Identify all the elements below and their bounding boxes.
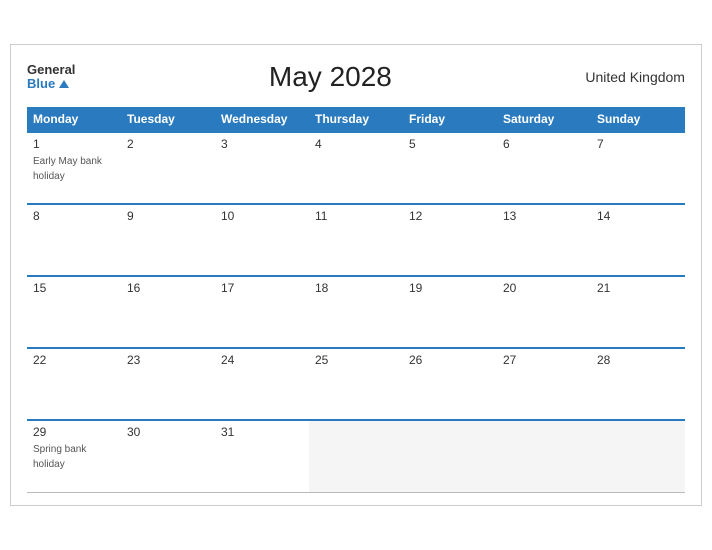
cell-w2-d6: 13 (497, 204, 591, 276)
header-monday: Monday (27, 107, 121, 132)
day-number: 9 (127, 209, 209, 223)
day-number: 4 (315, 137, 397, 151)
day-number: 27 (503, 353, 585, 367)
header-tuesday: Tuesday (121, 107, 215, 132)
day-number: 7 (597, 137, 679, 151)
cell-w5-d7 (591, 420, 685, 492)
cell-w1-d5: 5 (403, 132, 497, 204)
week-row-5: 29 Spring bank holiday 30 31 (27, 420, 685, 492)
cell-w3-d1: 15 (27, 276, 121, 348)
day-number: 5 (409, 137, 491, 151)
day-number: 26 (409, 353, 491, 367)
cell-w4-d5: 26 (403, 348, 497, 420)
calendar-table: Monday Tuesday Wednesday Thursday Friday… (27, 107, 685, 493)
logo: General Blue (27, 63, 75, 92)
day-number: 11 (315, 209, 397, 223)
cell-w1-d3: 3 (215, 132, 309, 204)
cell-w3-d2: 16 (121, 276, 215, 348)
cell-w3-d3: 17 (215, 276, 309, 348)
holiday-label: Early May bank holiday (33, 156, 102, 182)
logo-blue-text: Blue (27, 77, 75, 91)
cell-w4-d7: 28 (591, 348, 685, 420)
calendar-wrapper: General Blue May 2028 United Kingdom Mon… (10, 44, 702, 506)
cell-w1-d2: 2 (121, 132, 215, 204)
cell-w4-d4: 25 (309, 348, 403, 420)
cell-w5-d4 (309, 420, 403, 492)
day-number: 10 (221, 209, 303, 223)
day-number: 16 (127, 281, 209, 295)
day-number: 17 (221, 281, 303, 295)
day-number: 23 (127, 353, 209, 367)
calendar-country: United Kingdom (585, 69, 685, 85)
cell-w5-d3: 31 (215, 420, 309, 492)
cell-w2-d3: 10 (215, 204, 309, 276)
header-thursday: Thursday (309, 107, 403, 132)
header-sunday: Sunday (591, 107, 685, 132)
day-number: 20 (503, 281, 585, 295)
cell-w4-d3: 24 (215, 348, 309, 420)
day-number: 3 (221, 137, 303, 151)
cell-w4-d6: 27 (497, 348, 591, 420)
day-number: 15 (33, 281, 115, 295)
cell-w1-d6: 6 (497, 132, 591, 204)
day-number: 8 (33, 209, 115, 223)
week-row-4: 22 23 24 25 26 27 28 (27, 348, 685, 420)
cell-w2-d5: 12 (403, 204, 497, 276)
week-row-1: 1 Early May bank holiday 234567 (27, 132, 685, 204)
day-number: 19 (409, 281, 491, 295)
days-header-row: Monday Tuesday Wednesday Thursday Friday… (27, 107, 685, 132)
cell-w5-d1: 29 Spring bank holiday (27, 420, 121, 492)
header-saturday: Saturday (497, 107, 591, 132)
holiday-label: Spring bank holiday (33, 444, 86, 470)
day-number: 2 (127, 137, 209, 151)
cell-w1-d4: 4 (309, 132, 403, 204)
cell-w2-d4: 11 (309, 204, 403, 276)
day-number: 30 (127, 425, 209, 439)
logo-general-text: General (27, 63, 75, 77)
day-number: 1 (33, 137, 115, 151)
cell-w3-d6: 20 (497, 276, 591, 348)
day-number: 13 (503, 209, 585, 223)
day-number: 28 (597, 353, 679, 367)
day-number: 21 (597, 281, 679, 295)
cell-w5-d5 (403, 420, 497, 492)
cell-w2-d1: 8 (27, 204, 121, 276)
header-friday: Friday (403, 107, 497, 132)
cell-w3-d5: 19 (403, 276, 497, 348)
day-number: 29 (33, 425, 115, 439)
cell-w4-d2: 23 (121, 348, 215, 420)
cell-w1-d7: 7 (591, 132, 685, 204)
cell-w5-d2: 30 (121, 420, 215, 492)
day-number: 6 (503, 137, 585, 151)
cell-w2-d7: 14 (591, 204, 685, 276)
cell-w3-d7: 21 (591, 276, 685, 348)
logo-triangle-icon (59, 80, 69, 88)
week-row-3: 15 16 17 18 19 20 21 (27, 276, 685, 348)
cell-w5-d6 (497, 420, 591, 492)
calendar-header: General Blue May 2028 United Kingdom (27, 61, 685, 93)
cell-w4-d1: 22 (27, 348, 121, 420)
header-wednesday: Wednesday (215, 107, 309, 132)
day-number: 22 (33, 353, 115, 367)
day-number: 25 (315, 353, 397, 367)
cell-w1-d1: 1 Early May bank holiday (27, 132, 121, 204)
day-number: 12 (409, 209, 491, 223)
calendar-title: May 2028 (269, 61, 392, 93)
day-number: 24 (221, 353, 303, 367)
day-number: 14 (597, 209, 679, 223)
cell-w3-d4: 18 (309, 276, 403, 348)
day-number: 18 (315, 281, 397, 295)
week-row-2: 89 10 11 12 13 14 (27, 204, 685, 276)
cell-w2-d2: 9 (121, 204, 215, 276)
day-number: 31 (221, 425, 303, 439)
